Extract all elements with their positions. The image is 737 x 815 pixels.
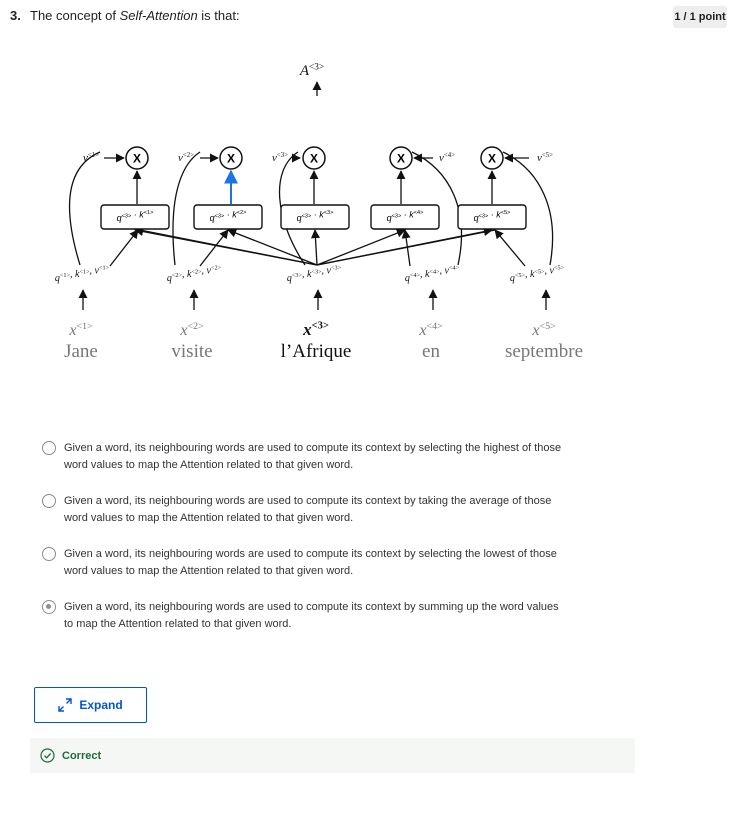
x-label: x<2>	[179, 321, 204, 339]
key-arrow	[199, 229, 229, 267]
feedback-correct: Correct	[30, 738, 635, 773]
option-radio-selected[interactable]	[42, 600, 56, 614]
x-label: x<3>	[302, 320, 329, 339]
qkv-label: q<2>, k<2>, v<2>	[167, 265, 222, 284]
qkv-label: q<4>, k<4>, v<4>	[405, 265, 460, 284]
value-label: v<3>	[272, 152, 288, 164]
check-circle-icon	[40, 748, 55, 763]
key-arrow	[494, 229, 526, 267]
word-label: l’Afrique	[281, 341, 352, 362]
value-label: v<4>	[439, 152, 455, 164]
self-attention-diagram: X X X X Xq<3> · k<1> q<3> · k<2> q<3> · k<3> q<…	[55, 62, 583, 362]
option-radio[interactable]	[42, 494, 56, 508]
feedback-label: Correct	[62, 749, 102, 762]
output-label-a3: A<3>	[299, 62, 324, 79]
option-text: Given a word, its neighbouring words are…	[64, 495, 552, 524]
question-number: 3.	[10, 8, 21, 23]
option-radio[interactable]	[42, 547, 56, 561]
qkv-label: q<5>, k<5>, v<5>	[510, 265, 565, 284]
key-arrow	[109, 229, 139, 267]
qkv-label: q<1>, k<1>, v<1>	[55, 265, 110, 284]
multiply-symbol: X	[488, 152, 496, 166]
query-arrow	[227, 228, 318, 266]
option-text: Given a word, its neighbouring words are…	[64, 548, 557, 577]
question-text: The concept of Self-Attention is that:	[30, 8, 240, 23]
query-arrow	[310, 229, 321, 266]
option-radio[interactable]	[42, 441, 56, 455]
expand-icon	[58, 698, 73, 712]
query-line	[139, 229, 318, 266]
value-label: v<5>	[537, 152, 553, 164]
option-text: Given a word, its neighbouring words are…	[64, 601, 559, 630]
word-label: Jane	[64, 341, 98, 362]
x-label: x<4>	[418, 321, 443, 339]
word-label: en	[422, 341, 440, 362]
option-lowest[interactable]: Given a word, its neighbouring words are…	[42, 546, 562, 580]
option-average[interactable]: Given a word, its neighbouring words are…	[42, 493, 562, 527]
self-attention-term: Self-Attention	[119, 8, 198, 23]
multiply-symbol: X	[397, 152, 405, 166]
query-arrow	[316, 228, 406, 266]
expand-label: Expand	[79, 698, 123, 712]
word-label: septembre	[505, 341, 583, 362]
expand-button[interactable]: Expand	[34, 687, 147, 723]
multiply-symbol: X	[227, 152, 235, 166]
option-highest[interactable]: Given a word, its neighbouring words are…	[42, 440, 562, 474]
qkv-label: q<3>, k<3>, v<3>	[287, 265, 342, 284]
value-label: v<1>	[83, 152, 99, 164]
word-label: visite	[171, 341, 212, 362]
x-label: x<1>	[68, 321, 93, 339]
question-header: 3. The concept of Self-Attention is that…	[10, 8, 240, 24]
value-curve	[68, 151, 101, 266]
multiply-symbol: X	[133, 152, 141, 166]
x-label: x<5>	[531, 321, 556, 339]
points-badge: 1 / 1 point	[673, 6, 727, 28]
option-summing[interactable]: Given a word, its neighbouring words are…	[42, 599, 562, 633]
multiply-symbol: X	[310, 152, 318, 166]
value-label: v<2>	[178, 152, 194, 164]
option-text: Given a word, its neighbouring words are…	[64, 442, 562, 471]
